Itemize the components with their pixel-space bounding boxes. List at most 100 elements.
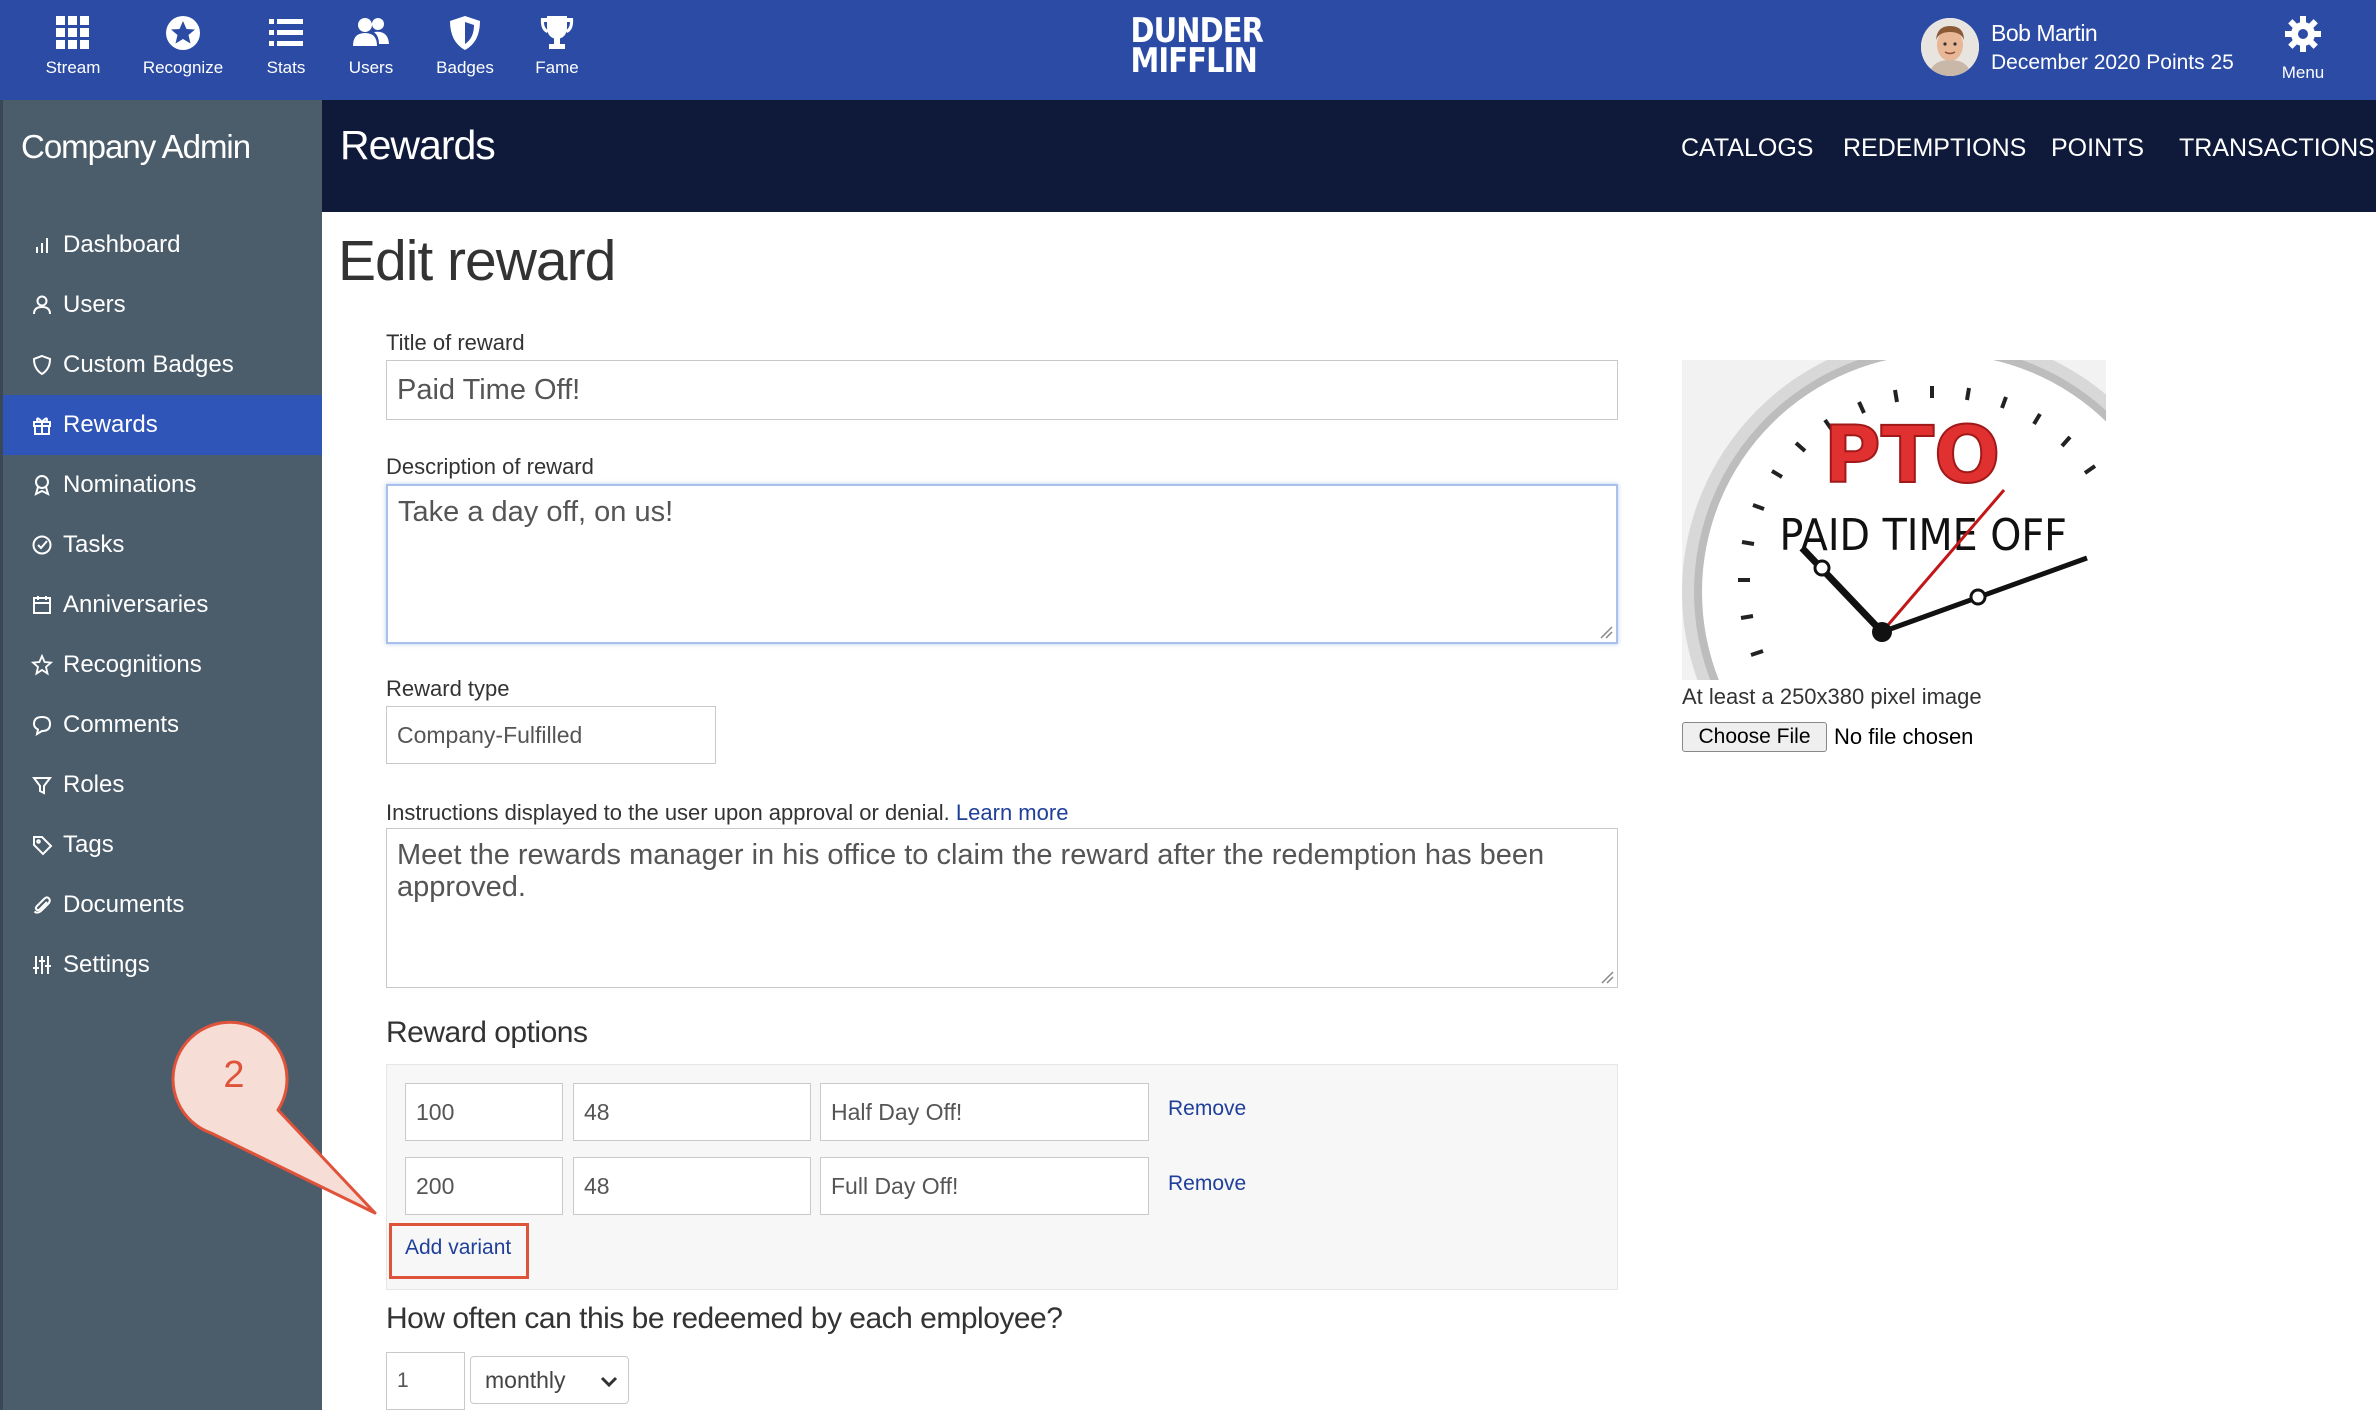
sidebar-item-label: Settings <box>63 951 150 978</box>
calendar-icon <box>31 594 53 616</box>
frequency-period-select[interactable]: monthly <box>470 1356 629 1404</box>
user-points: December 2020 Points 25 <box>1991 51 2234 74</box>
option-quantity-input[interactable]: 48 <box>573 1083 811 1141</box>
frequency-period-value: monthly <box>485 1366 566 1393</box>
sidebar-item-custom-badges[interactable]: Custom Badges <box>3 335 322 395</box>
sidebar-item-label: Documents <box>63 891 185 918</box>
logo-line-2: MIFFLIN <box>1130 41 1258 81</box>
option-name-input[interactable]: Full Day Off! <box>820 1157 1149 1215</box>
sidebar-item-tasks[interactable]: Tasks <box>3 515 322 575</box>
avatar[interactable] <box>1921 18 1979 76</box>
page-title: Edit reward <box>338 229 616 293</box>
choose-file-button[interactable]: Choose File <box>1682 722 1827 752</box>
add-variant-button[interactable]: Add variant <box>389 1223 529 1279</box>
sidebar-item-settings[interactable]: Settings <box>3 935 322 995</box>
sidebar-item-label: Users <box>63 291 126 318</box>
sidebar-item-tags[interactable]: Tags <box>3 815 322 875</box>
nav-fame[interactable]: Fame <box>502 14 612 78</box>
trophy-icon <box>502 14 612 52</box>
paperclip-icon <box>31 894 53 916</box>
description-text: Take a day off, on us! <box>398 496 674 528</box>
sliders-icon <box>31 954 53 976</box>
nav-label: Fame <box>535 58 579 77</box>
sidebar-item-label: Nominations <box>63 471 197 498</box>
ribbon-icon <box>31 474 53 496</box>
instructions-label: Instructions displayed to the user upon … <box>386 800 1068 826</box>
resize-handle-icon[interactable] <box>1600 970 1614 984</box>
tab-transactions[interactable]: TRANSACTIONS <box>2179 134 2375 163</box>
nav-stream[interactable]: Stream <box>18 14 128 78</box>
sidebar-item-nominations[interactable]: Nominations <box>3 455 322 515</box>
star-icon <box>31 654 53 676</box>
callout-number: 2 <box>223 1054 245 1096</box>
sidebar-item-label: Anniversaries <box>63 591 209 618</box>
sidebar: Company Admin Dashboard Users Custom Bad… <box>0 100 322 1410</box>
sidebar-item-label: Tags <box>63 831 114 858</box>
sidebar-item-users[interactable]: Users <box>3 275 322 335</box>
option-points-input[interactable]: 200 <box>405 1157 563 1215</box>
bar-chart-icon <box>31 234 53 256</box>
nav-label: Recognize <box>142 58 224 77</box>
filter-icon <box>31 774 53 796</box>
sidebar-item-label: Dashboard <box>63 231 181 258</box>
sidebar-item-label: Recognitions <box>63 651 202 678</box>
section-header: Rewards CATALOGS REDEMPTIONS POINTS TRAN… <box>322 100 2376 212</box>
sidebar-item-roles[interactable]: Roles <box>3 755 322 815</box>
sidebar-item-recognitions[interactable]: Recognitions <box>3 635 322 695</box>
description-label: Description of reward <box>386 454 594 479</box>
gift-icon <box>31 414 53 436</box>
pto-small-text: PAID TIME OFF <box>1779 509 2066 561</box>
dunder-mifflin-logo[interactable]: DUNDER MIFFLIN <box>1130 14 1264 81</box>
menu-button[interactable]: Menu <box>2248 14 2358 83</box>
comment-icon <box>31 714 53 736</box>
option-points-input[interactable]: 100 <box>405 1083 563 1141</box>
resize-handle-icon[interactable] <box>1599 625 1613 639</box>
grid-icon <box>18 14 128 52</box>
tag-icon <box>31 834 53 856</box>
sidebar-item-rewards[interactable]: Rewards <box>3 395 322 455</box>
check-circle-icon <box>31 534 53 556</box>
remove-option-link[interactable]: Remove <box>1168 1172 1246 1196</box>
sidebar-item-label: Comments <box>63 711 180 738</box>
user-icon <box>31 294 53 316</box>
shield-icon <box>31 354 53 376</box>
sidebar-item-label: Custom Badges <box>63 351 234 378</box>
star-badge-icon <box>128 14 238 52</box>
frequency-count-input[interactable]: 1 <box>386 1352 465 1410</box>
sidebar-item-label: Roles <box>63 771 125 798</box>
option-name-input[interactable]: Half Day Off! <box>820 1083 1149 1141</box>
section-title: Rewards <box>340 122 496 168</box>
frequency-title: How often can this be redeemed by each e… <box>386 1302 1063 1335</box>
menu-label: Menu <box>2281 63 2325 82</box>
tab-catalogs[interactable]: CATALOGS <box>1681 134 1813 163</box>
remove-option-link[interactable]: Remove <box>1168 1097 1246 1121</box>
image-size-note: At least a 250x380 pixel image <box>1682 684 1982 709</box>
reward-type-label: Reward type <box>386 676 510 701</box>
tab-redemptions[interactable]: REDEMPTIONS <box>1843 134 2026 163</box>
description-textarea[interactable]: Take a day off, on us! <box>386 484 1618 644</box>
pto-big-text: PTO <box>1824 411 2001 501</box>
instructions-text: Meet the rewards manager in his office t… <box>397 839 1545 903</box>
sidebar-title: Company Admin <box>21 128 251 165</box>
user-name[interactable]: Bob Martin <box>1991 20 2098 47</box>
reward-type-field[interactable]: Company-Fulfilled <box>386 706 716 764</box>
no-file-chosen-text: No file chosen <box>1834 724 1974 749</box>
sidebar-item-documents[interactable]: Documents <box>3 875 322 935</box>
instructions-label-text: Instructions displayed to the user upon … <box>386 800 950 825</box>
nav-recognize[interactable]: Recognize <box>128 14 238 78</box>
sidebar-item-dashboard[interactable]: Dashboard <box>3 215 322 275</box>
sidebar-item-comments[interactable]: Comments <box>3 695 322 755</box>
nav-label: Stream <box>45 58 101 77</box>
sidebar-item-label: Rewards <box>63 411 158 438</box>
option-quantity-input[interactable]: 48 <box>573 1157 811 1215</box>
tab-points[interactable]: POINTS <box>2051 134 2144 163</box>
title-label: Title of reward <box>386 330 525 355</box>
title-input[interactable]: Paid Time Off! <box>386 360 1618 420</box>
reward-image: PTO PAID TIME OFF <box>1682 360 2106 680</box>
gear-icon <box>2283 16 2323 58</box>
learn-more-link[interactable]: Learn more <box>956 800 1069 825</box>
sidebar-item-label: Tasks <box>63 531 125 558</box>
instructions-textarea[interactable]: Meet the rewards manager in his office t… <box>386 828 1618 988</box>
sidebar-item-anniversaries[interactable]: Anniversaries <box>3 575 322 635</box>
chevron-down-icon <box>600 1376 618 1388</box>
